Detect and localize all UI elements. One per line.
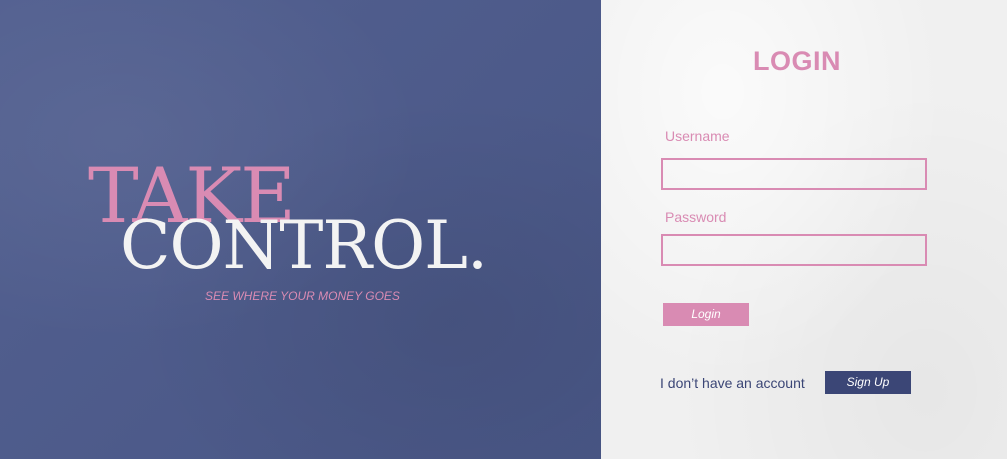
login-page: TAKE CONTROL. SEE WHERE YOUR MONEY GOES … [0, 0, 1007, 459]
hero-headline-control: CONTROL. [120, 207, 488, 284]
login-title: LOGIN [753, 46, 841, 76]
no-account-text: I don’t have an account [660, 375, 805, 391]
hero-panel: TAKE CONTROL. SEE WHERE YOUR MONEY GOES [0, 0, 601, 459]
username-input[interactable] [661, 158, 927, 190]
login-panel: LOGIN Username Password Login I don’t ha… [601, 0, 1007, 459]
login-button[interactable]: Login [663, 303, 749, 326]
password-input[interactable] [661, 234, 927, 266]
signup-button[interactable]: Sign Up [825, 371, 911, 394]
hero-tagline: SEE WHERE YOUR MONEY GOES [205, 289, 400, 303]
password-label: Password [665, 209, 727, 225]
username-label: Username [665, 128, 730, 144]
